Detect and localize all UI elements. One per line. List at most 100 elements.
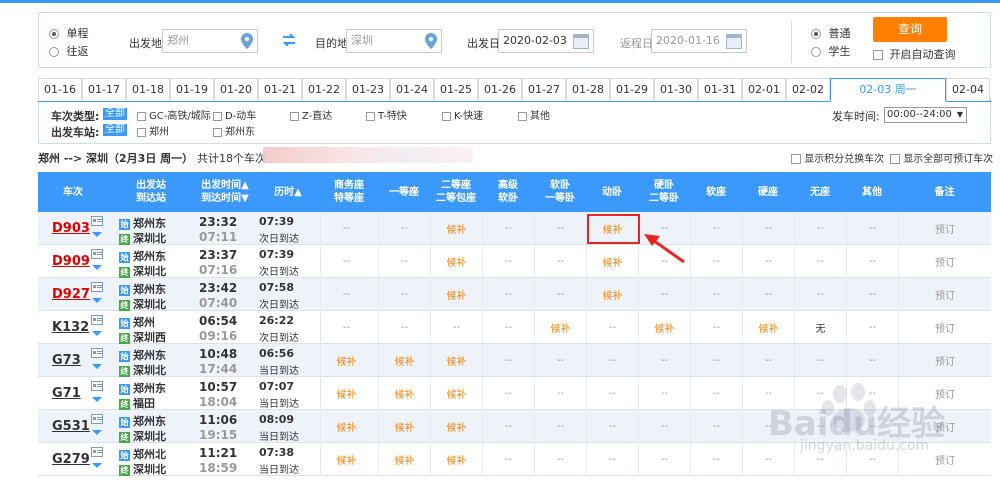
train-number-link[interactable]: G531 — [52, 419, 90, 434]
date-tab[interactable]: 01-20 — [214, 78, 258, 101]
dropdown-icon[interactable] — [92, 232, 102, 237]
train-number-link[interactable]: G279 — [52, 452, 90, 467]
dropdown-icon[interactable] — [92, 265, 102, 270]
seat-cell[interactable]: 候补 — [320, 377, 372, 410]
seat-cell[interactable]: 候补 — [430, 410, 482, 443]
from-station-input[interactable]: 郑州 — [162, 29, 258, 53]
seat-cell[interactable]: 候补 — [378, 344, 430, 377]
filter-type-t[interactable]: T-特快 — [366, 107, 407, 122]
header-duration[interactable]: 历时▲ — [256, 172, 320, 212]
seat-cell[interactable]: 候补 — [742, 311, 794, 344]
card-icon[interactable] — [91, 315, 103, 325]
date-tab[interactable]: 02-02 — [786, 78, 830, 101]
seat-cell[interactable]: 候补 — [586, 278, 638, 311]
to-station-input[interactable]: 深圳 — [346, 29, 442, 53]
date-tab[interactable]: 01-16 — [38, 78, 82, 101]
date-tab[interactable]: 01-21 — [258, 78, 302, 101]
date-tab[interactable]: 01-27 — [522, 78, 566, 101]
train-number-link[interactable]: D909 — [52, 254, 90, 269]
book-button[interactable]: 预订 — [898, 245, 991, 278]
return-date-input[interactable]: 2020-01-16 — [651, 29, 747, 53]
filter-station-zhengzhou[interactable]: 郑州 — [137, 123, 169, 138]
card-icon[interactable] — [91, 216, 103, 226]
date-tab[interactable]: 01-23 — [346, 78, 390, 101]
to-station: 终深圳北 — [119, 298, 166, 311]
date-tab[interactable]: 01-24 — [390, 78, 434, 101]
card-icon[interactable] — [91, 381, 103, 391]
book-button[interactable]: 预订 — [898, 278, 991, 311]
date-tab[interactable]: 02-01 — [742, 78, 786, 101]
seat-cell[interactable]: 候补 — [430, 443, 482, 476]
book-button[interactable]: 预订 — [898, 212, 991, 245]
filter-station-zhengzhoudong[interactable]: 郑州东 — [213, 123, 255, 138]
station-all-button[interactable]: 全部 — [103, 124, 127, 136]
show-all-bookable[interactable]: 显示全部可预订车次 — [890, 150, 993, 165]
seat-cell: -- — [320, 278, 372, 311]
dropdown-icon[interactable] — [92, 364, 102, 369]
dropdown-icon[interactable] — [92, 463, 102, 468]
date-tab[interactable]: 01-17 — [82, 78, 126, 101]
auto-query-toggle[interactable]: 开启自动查询 — [873, 46, 956, 62]
trip-type-oneway[interactable]: 单程 — [49, 25, 89, 41]
seat-cell[interactable]: 候补 — [430, 278, 482, 311]
date-tab[interactable]: 02-04 — [946, 78, 990, 101]
date-tab[interactable]: 01-31 — [698, 78, 742, 101]
depart-date-input[interactable]: 2020-02-03 — [498, 29, 594, 53]
card-icon[interactable] — [91, 348, 103, 358]
date-tab[interactable]: 02-03 周一 — [830, 78, 946, 102]
seat-cell[interactable]: 候补 — [586, 245, 638, 278]
date-tab[interactable]: 01-18 — [126, 78, 170, 101]
train-number-link[interactable]: G73 — [52, 353, 81, 368]
passenger-normal[interactable]: 普通 — [811, 25, 851, 41]
dropdown-icon[interactable] — [92, 331, 102, 336]
date-tab[interactable]: 01-19 — [170, 78, 214, 101]
seat-cell[interactable]: 候补 — [378, 410, 430, 443]
train-number-link[interactable]: D927 — [52, 287, 90, 302]
seat-cell[interactable]: 候补 — [534, 311, 586, 344]
date-tab[interactable]: 01-30 — [654, 78, 698, 101]
query-button[interactable]: 查询 — [873, 17, 947, 42]
dropdown-icon[interactable] — [92, 298, 102, 303]
date-tab[interactable]: 01-26 — [478, 78, 522, 101]
show-points-trains[interactable]: 显示积分兑换车次 — [791, 150, 884, 165]
card-icon[interactable] — [91, 249, 103, 259]
filter-type-other[interactable]: 其他 — [518, 107, 550, 122]
dropdown-icon[interactable] — [92, 430, 102, 435]
date-tab[interactable]: 01-29 — [610, 78, 654, 101]
swap-icon[interactable] — [282, 34, 296, 46]
train-type-all-button[interactable]: 全部 — [103, 108, 127, 120]
seat-cell[interactable]: 候补 — [430, 344, 482, 377]
date-tab[interactable]: 01-25 — [434, 78, 478, 101]
seat-cell[interactable]: 候补 — [430, 245, 482, 278]
book-button[interactable]: 预订 — [898, 311, 991, 344]
seat-cell[interactable]: 候补 — [638, 311, 690, 344]
seat-cell[interactable]: 候补 — [378, 443, 430, 476]
seat-cell[interactable]: 候补 — [320, 344, 372, 377]
arrival-day: 当日到达 — [259, 465, 299, 476]
passenger-student[interactable]: 学生 — [811, 43, 851, 59]
seat-cell[interactable]: 候补 — [320, 443, 372, 476]
trip-type-roundtrip[interactable]: 往返 — [49, 43, 89, 59]
filter-type-gc[interactable]: GC-高铁/城际 — [137, 107, 211, 122]
seat-cell[interactable]: 候补 — [320, 410, 372, 443]
seat-cell: -- — [846, 212, 898, 245]
card-icon[interactable] — [91, 414, 103, 424]
train-number-link[interactable]: D903 — [52, 221, 90, 236]
seat-cell[interactable]: 候补 — [430, 377, 482, 410]
card-icon[interactable] — [91, 447, 103, 457]
date-tab[interactable]: 01-22 — [302, 78, 346, 101]
train-number-link[interactable]: G71 — [52, 386, 81, 401]
depart-time-select[interactable]: 00:00--24:00 ▼ — [884, 107, 967, 123]
book-button[interactable]: 预订 — [898, 344, 991, 377]
train-number-link[interactable]: K132 — [52, 320, 89, 335]
header-times[interactable]: 出发时间▲ 到达时间▼ — [194, 172, 256, 212]
seat-cell[interactable]: 候补 — [378, 377, 430, 410]
filter-type-k[interactable]: K-快速 — [442, 107, 483, 122]
seat-cell[interactable]: 候补 — [430, 212, 482, 245]
header-moving-sleeper: 动卧 — [602, 186, 622, 198]
card-icon[interactable] — [91, 282, 103, 292]
date-tab[interactable]: 01-28 — [566, 78, 610, 101]
filter-type-d[interactable]: D-动车 — [213, 107, 256, 122]
filter-type-z[interactable]: Z-直达 — [290, 107, 332, 122]
dropdown-icon[interactable] — [92, 397, 102, 402]
